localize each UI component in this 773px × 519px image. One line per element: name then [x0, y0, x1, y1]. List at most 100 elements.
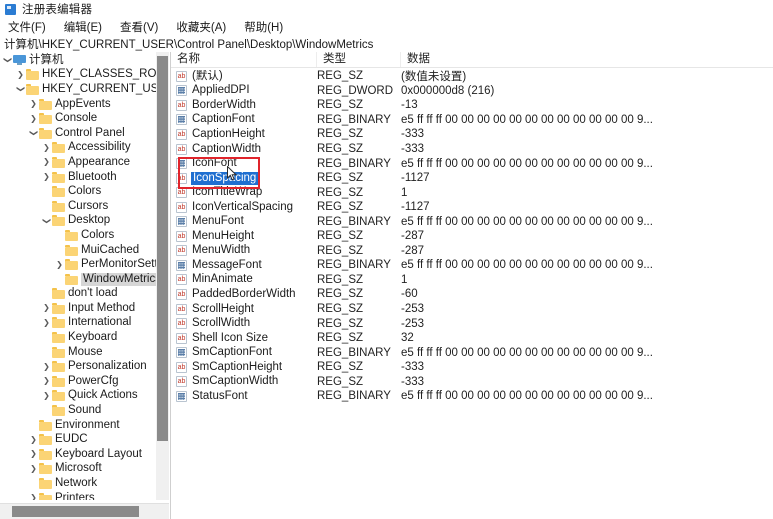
table-row[interactable]: MenuHeight REG_SZ -287 — [171, 229, 773, 244]
chevron-down-icon[interactable]: ❯ — [30, 128, 39, 139]
table-row[interactable]: CaptionWidth REG_SZ -333 — [171, 142, 773, 157]
tree-node[interactable]: don't load — [0, 287, 156, 302]
string-value-icon — [176, 99, 187, 111]
chevron-down-icon[interactable]: ❯ — [17, 84, 26, 95]
tree-node-label: Console — [55, 112, 98, 125]
tree-node-label: Environment — [55, 418, 120, 431]
column-header-type[interactable]: 类型 — [317, 52, 401, 67]
chevron-right-icon[interactable]: ❯ — [41, 143, 52, 152]
table-row[interactable]: MenuFont REG_BINARY e5 ff ff ff 00 00 00 0… — [171, 214, 773, 229]
chevron-down-icon[interactable]: ❯ — [43, 215, 52, 226]
chevron-right-icon[interactable]: ❯ — [28, 494, 39, 500]
folder-icon — [39, 113, 52, 125]
menu-view[interactable]: 查看(V) — [118, 18, 160, 36]
chevron-right-icon[interactable]: ❯ — [41, 158, 52, 166]
value-data-cell: e5 ff ff ff 00 00 00 00 00 00 00 00 00 0… — [401, 346, 653, 359]
menu-edit[interactable]: 编辑(E) — [62, 18, 104, 36]
tree-node[interactable]: ❯ Keyboard Layout — [0, 447, 156, 462]
value-name-label: ScrollWidth — [192, 317, 251, 330]
tree-node[interactable]: ❯ Desktop — [0, 214, 156, 229]
table-row[interactable]: AppliedDPI REG_DWORD 0x000000d8 (216) — [171, 84, 773, 99]
tree-node[interactable]: ❯ Personalization — [0, 359, 156, 374]
table-row[interactable]: IconVerticalSpacing REG_SZ -1127 — [171, 200, 773, 215]
chevron-right-icon[interactable]: ❯ — [41, 173, 52, 181]
chevron-right-icon[interactable]: ❯ — [41, 318, 52, 327]
tree-node[interactable]: ❯ Accessibility — [0, 141, 156, 156]
table-row[interactable]: SmCaptionWidth REG_SZ -333 — [171, 374, 773, 389]
table-row[interactable]: MinAnimate REG_SZ 1 — [171, 273, 773, 288]
table-row[interactable]: SmCaptionFont REG_BINARY e5 ff ff ff 00 00… — [171, 345, 773, 360]
table-row[interactable]: CaptionFont REG_BINARY e5 ff ff ff 00 00 0… — [171, 113, 773, 128]
table-row[interactable]: ScrollHeight REG_SZ -253 — [171, 302, 773, 317]
tree-node[interactable]: ❯ HKEY_CURRENT_USER — [0, 82, 156, 97]
tree-node[interactable]: ❯ PowerCfg — [0, 374, 156, 389]
tree-node[interactable]: ❯ 计算机 — [0, 53, 156, 68]
tree-node[interactable]: ❯ Printers — [0, 491, 156, 500]
value-name-label: SmCaptionHeight — [192, 360, 283, 373]
tree-node[interactable]: ❯ AppEvents — [0, 97, 156, 112]
chevron-right-icon[interactable]: ❯ — [41, 377, 52, 385]
folder-icon — [52, 288, 65, 300]
tree-node[interactable]: Cursors — [0, 199, 156, 214]
chevron-right-icon[interactable]: ❯ — [28, 435, 39, 444]
string-value-icon — [176, 318, 187, 330]
table-row[interactable]: ScrollWidth REG_SZ -253 — [171, 316, 773, 331]
tree-node[interactable]: ❯ Control Panel — [0, 126, 156, 141]
tree-node[interactable]: ❯ Quick Actions — [0, 389, 156, 404]
column-header-name[interactable]: 名称 — [171, 52, 317, 67]
chevron-right-icon[interactable]: ❯ — [28, 450, 39, 458]
table-row[interactable]: Shell Icon Size REG_SZ 32 — [171, 331, 773, 346]
tree-node[interactable]: ❯ HKEY_CLASSES_ROOT — [0, 68, 156, 83]
table-row[interactable]: IconSpacing REG_SZ -1127 — [171, 171, 773, 186]
list-header: 名称 类型 数据 — [171, 52, 773, 68]
tree-horizontal-scrollbar[interactable] — [0, 503, 169, 519]
tree-node[interactable]: ❯ Microsoft — [0, 462, 156, 477]
table-row[interactable]: (默认) REG_SZ (数值未设置) — [171, 69, 773, 84]
tree-vertical-scrollbar[interactable] — [156, 52, 169, 500]
tree-node[interactable]: ❯ EUDC — [0, 432, 156, 447]
table-row[interactable]: IconTitleWrap REG_SZ 1 — [171, 185, 773, 200]
table-row[interactable]: IconFont REG_BINARY e5 ff ff ff 00 00 00 0… — [171, 156, 773, 171]
folder-icon — [52, 390, 65, 402]
table-row[interactable]: PaddedBorderWidth REG_SZ -60 — [171, 287, 773, 302]
tree-node[interactable]: Sound — [0, 403, 156, 418]
table-row[interactable]: SmCaptionHeight REG_SZ -333 — [171, 360, 773, 375]
tree-node[interactable]: ❯ Appearance — [0, 155, 156, 170]
tree-node[interactable]: WindowMetrics — [0, 272, 156, 287]
chevron-down-icon[interactable]: ❯ — [4, 55, 13, 66]
menu-help[interactable]: 帮助(H) — [242, 18, 285, 36]
table-row[interactable]: CaptionHeight REG_SZ -333 — [171, 127, 773, 142]
tree-node[interactable]: Environment — [0, 418, 156, 433]
chevron-right-icon[interactable]: ❯ — [28, 114, 39, 123]
chevron-right-icon[interactable]: ❯ — [28, 464, 39, 473]
tree-node[interactable]: ❯ Input Method — [0, 301, 156, 316]
column-header-data[interactable]: 数据 — [401, 52, 773, 67]
address-bar[interactable]: 计算机\HKEY_CURRENT_USER\Control Panel\Desk… — [0, 36, 773, 53]
tree-node[interactable]: Keyboard — [0, 330, 156, 345]
chevron-right-icon[interactable]: ❯ — [41, 304, 52, 312]
tree-node[interactable]: ❯ PerMonitorSettin — [0, 257, 156, 272]
tree-node[interactable]: ❯ Bluetooth — [0, 170, 156, 185]
tree-node[interactable]: ❯ International — [0, 316, 156, 331]
table-row[interactable]: MenuWidth REG_SZ -287 — [171, 244, 773, 259]
chevron-right-icon[interactable]: ❯ — [41, 391, 52, 400]
tree-vertical-scroll-thumb[interactable] — [157, 56, 168, 441]
chevron-right-icon[interactable]: ❯ — [41, 362, 52, 371]
tree-node[interactable]: Colors — [0, 228, 156, 243]
chevron-right-icon[interactable]: ❯ — [54, 260, 65, 269]
chevron-right-icon[interactable]: ❯ — [28, 100, 39, 108]
table-row[interactable]: MessageFont REG_BINARY e5 ff ff ff 00 00 0… — [171, 258, 773, 273]
tree-node[interactable]: Colors — [0, 184, 156, 199]
menu-file[interactable]: 文件(F) — [6, 18, 48, 36]
menu-favorites[interactable]: 收藏夹(A) — [174, 18, 228, 36]
tree-node[interactable]: MuiCached — [0, 243, 156, 258]
table-row[interactable]: StatusFont REG_BINARY e5 ff ff ff 00 00 00… — [171, 389, 773, 404]
folder-icon — [52, 200, 65, 212]
chevron-right-icon[interactable]: ❯ — [15, 70, 26, 79]
tree-node[interactable]: Mouse — [0, 345, 156, 360]
table-row[interactable]: BorderWidth REG_SZ -13 — [171, 98, 773, 113]
tree-node[interactable]: Network — [0, 476, 156, 491]
tree-node[interactable]: ❯ Console — [0, 111, 156, 126]
tree-horizontal-scroll-thumb[interactable] — [12, 506, 139, 517]
window-title: 注册表编辑器 — [22, 4, 93, 16]
